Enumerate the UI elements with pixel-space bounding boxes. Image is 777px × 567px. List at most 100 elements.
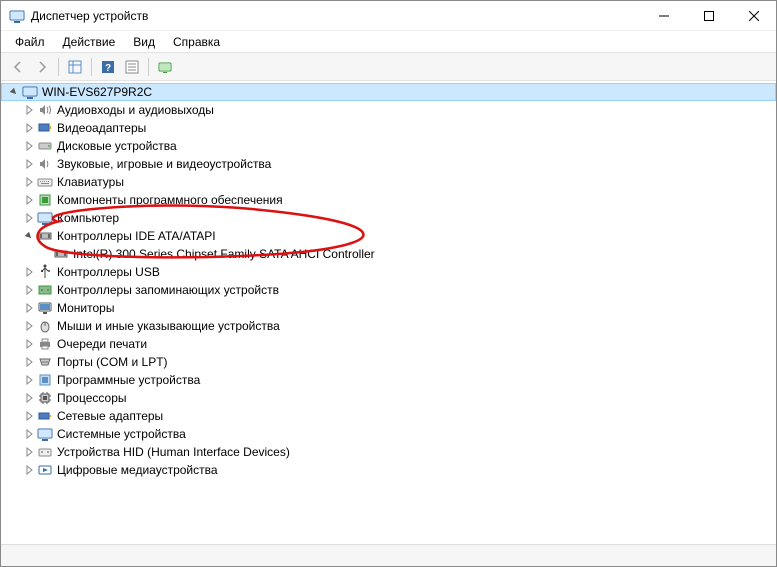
forward-button[interactable] [31, 56, 53, 78]
back-button[interactable] [7, 56, 29, 78]
ide-controller-icon [37, 228, 53, 244]
expand-toggle[interactable] [21, 408, 37, 424]
disk-drive-icon [37, 138, 53, 154]
tree-category-keyboards[interactable]: Клавиатуры [1, 173, 776, 191]
menu-file[interactable]: Файл [7, 33, 53, 51]
expand-toggle[interactable] [21, 318, 37, 334]
expand-toggle[interactable] [21, 282, 37, 298]
statusbar [1, 544, 776, 566]
menubar: Файл Действие Вид Справка [1, 31, 776, 53]
category-label: Компоненты программного обеспечения [57, 193, 283, 207]
expand-toggle[interactable] [21, 336, 37, 352]
category-label: Процессоры [57, 391, 127, 405]
menu-action[interactable]: Действие [55, 33, 124, 51]
titlebar: Диспетчер устройств [1, 1, 776, 31]
keyboard-icon [37, 174, 53, 190]
expand-toggle[interactable] [21, 354, 37, 370]
expand-toggle[interactable] [21, 300, 37, 316]
scan-hardware-button[interactable] [154, 56, 176, 78]
category-label: Цифровые медиаустройства [57, 463, 218, 477]
usb-icon [37, 264, 53, 280]
category-label: Компьютер [57, 211, 119, 225]
tree-category-system-devices[interactable]: Системные устройства [1, 425, 776, 443]
tree-category-processors[interactable]: Процессоры [1, 389, 776, 407]
mouse-icon [37, 318, 53, 334]
tree-device-sata-ahci[interactable]: Intel(R) 300 Series Chipset Family SATA … [1, 245, 776, 263]
category-label: Дисковые устройства [57, 139, 177, 153]
ide-controller-icon [53, 246, 69, 262]
printer-icon [37, 336, 53, 352]
tree-category-monitors[interactable]: Мониторы [1, 299, 776, 317]
expand-toggle[interactable] [21, 372, 37, 388]
close-button[interactable] [731, 1, 776, 30]
show-hide-tree-button[interactable] [64, 56, 86, 78]
expand-toggle[interactable] [21, 120, 37, 136]
storage-controller-icon [37, 282, 53, 298]
tree-category-digital-media[interactable]: Цифровые медиаустройства [1, 461, 776, 479]
toolbar-separator [148, 58, 149, 76]
category-label: Сетевые адаптеры [57, 409, 163, 423]
help-button[interactable]: ? [97, 56, 119, 78]
expand-toggle[interactable] [21, 192, 37, 208]
window-controls [641, 1, 776, 30]
toolbar-separator [91, 58, 92, 76]
category-label: Контроллеры IDE ATA/ATAPI [57, 229, 216, 243]
network-adapter-icon [37, 408, 53, 424]
expand-toggle[interactable] [21, 156, 37, 172]
display-adapter-icon [37, 120, 53, 136]
software-device-icon [37, 372, 53, 388]
menu-view[interactable]: Вид [125, 33, 163, 51]
system-device-icon [37, 426, 53, 442]
toolbar: ? [1, 53, 776, 81]
monitor-icon [37, 300, 53, 316]
tree-category-print-queues[interactable]: Очереди печати [1, 335, 776, 353]
category-label: Клавиатуры [57, 175, 124, 189]
tree-category-software-components[interactable]: Компоненты программного обеспечения [1, 191, 776, 209]
tree-category-sound-video-game[interactable]: Звуковые, игровые и видеоустройства [1, 155, 776, 173]
expand-toggle[interactable] [21, 174, 37, 190]
tree-category-usb-controllers[interactable]: Контроллеры USB [1, 263, 776, 281]
device-tree[interactable]: WIN-EVS627P9R2C Аудиовходы и аудиовыходы… [1, 81, 776, 544]
expand-toggle[interactable] [6, 84, 22, 100]
tree-category-audio-io[interactable]: Аудиовходы и аудиовыходы [1, 101, 776, 119]
tree-category-disk-drives[interactable]: Дисковые устройства [1, 137, 776, 155]
expand-toggle[interactable] [21, 426, 37, 442]
port-icon [37, 354, 53, 370]
category-label: Порты (COM и LPT) [57, 355, 168, 369]
minimize-button[interactable] [641, 1, 686, 30]
tree-category-computer[interactable]: Компьютер [1, 209, 776, 227]
expand-toggle[interactable] [21, 138, 37, 154]
tree-category-mice-pointing[interactable]: Мыши и иные указывающие устройства [1, 317, 776, 335]
expand-toggle[interactable] [21, 390, 37, 406]
category-label: Системные устройства [57, 427, 186, 441]
collapse-toggle[interactable] [21, 228, 37, 244]
device-manager-window: Диспетчер устройств Файл Действие Вид Сп… [0, 0, 777, 567]
speaker-icon [37, 102, 53, 118]
tree-category-display-adapters[interactable]: Видеоадаптеры [1, 119, 776, 137]
hid-icon [37, 444, 53, 460]
category-label: Мыши и иные указывающие устройства [57, 319, 280, 333]
tree-category-software-devices[interactable]: Программные устройства [1, 371, 776, 389]
tree-root[interactable]: WIN-EVS627P9R2C [1, 83, 776, 101]
digital-media-icon [37, 462, 53, 478]
tree-category-network-adapters[interactable]: Сетевые адаптеры [1, 407, 776, 425]
expand-toggle[interactable] [21, 264, 37, 280]
category-label: Видеоадаптеры [57, 121, 146, 135]
category-label: Очереди печати [57, 337, 147, 351]
maximize-button[interactable] [686, 1, 731, 30]
expand-toggle[interactable] [21, 444, 37, 460]
tree-category-ports[interactable]: Порты (COM и LPT) [1, 353, 776, 371]
tree-category-hid[interactable]: Устройства HID (Human Interface Devices) [1, 443, 776, 461]
expand-toggle[interactable] [21, 102, 37, 118]
expand-toggle[interactable] [21, 210, 37, 226]
window-title: Диспетчер устройств [31, 9, 641, 23]
category-label: Контроллеры запоминающих устройств [57, 283, 279, 297]
expand-toggle[interactable] [21, 462, 37, 478]
cpu-icon [37, 390, 53, 406]
category-label: Звуковые, игровые и видеоустройства [57, 157, 271, 171]
tree-category-ide-ata-atapi[interactable]: Контроллеры IDE ATA/ATAPI [1, 227, 776, 245]
toolbar-separator [58, 58, 59, 76]
menu-help[interactable]: Справка [165, 33, 228, 51]
tree-category-storage-controllers[interactable]: Контроллеры запоминающих устройств [1, 281, 776, 299]
properties-button[interactable] [121, 56, 143, 78]
